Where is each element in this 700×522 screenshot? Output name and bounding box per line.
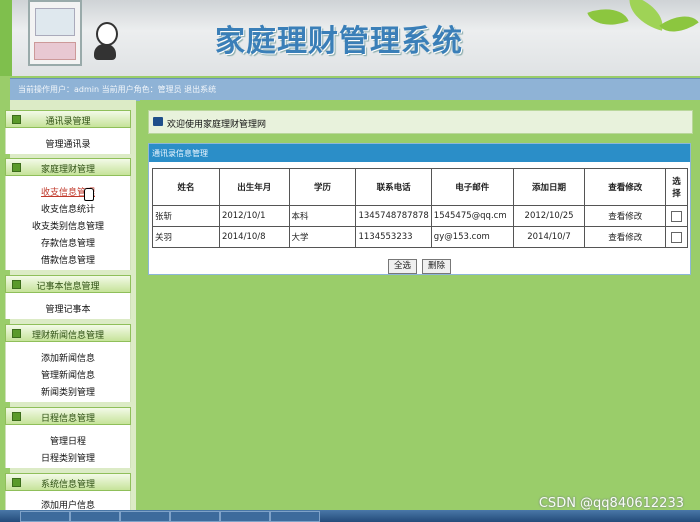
sidebar-group-notes[interactable]: 记事本信息管理: [5, 275, 131, 293]
col-header-email: 电子邮件: [430, 168, 514, 206]
contacts-table: 姓名 出生年月 学历 联系电话 电子邮件 添加日期 查看修改 选择 张斩 201…: [152, 168, 688, 248]
col-header-edu: 学历: [288, 168, 357, 206]
cell-birth: 2014/10/8: [218, 226, 290, 248]
sidebar-group-body: 管理通讯录: [5, 128, 131, 154]
sidebar-item-manage-news[interactable]: 管理新闻信息: [6, 368, 130, 381]
action-buttons: 全选 删除: [149, 259, 690, 274]
welcome-text: 欢迎使用家庭理财管理网: [167, 120, 267, 130]
sidebar-group-body: 收支信息管理 收支信息统计 收支类别信息管理 存款信息管理 借款信息管理: [5, 176, 131, 270]
sidebar-item-deposit[interactable]: 存款信息管理: [6, 236, 130, 249]
col-header-action: 查看修改: [584, 168, 667, 206]
sidebar-item-income-stats[interactable]: 收支信息统计: [6, 202, 130, 215]
banner-edge: [0, 0, 12, 76]
sidebar-group-finance[interactable]: 家庭理财管理: [5, 158, 131, 176]
sidebar-item-loan[interactable]: 借款信息管理: [6, 253, 130, 266]
cell-name: 张斩: [152, 205, 220, 227]
col-header-name: 姓名: [152, 168, 220, 206]
taskbar-app[interactable]: [220, 511, 270, 522]
cell-birth: 2012/10/1: [218, 205, 290, 227]
welcome-bar: 欢迎使用家庭理财管理网: [148, 110, 693, 134]
user-status-text: 当前操作用户：admin 当前用户角色：管理员 退出系统: [18, 85, 217, 94]
os-taskbar: [0, 510, 700, 522]
col-header-date: 添加日期: [512, 168, 586, 206]
delete-button[interactable]: 删除: [421, 259, 451, 274]
table-header-row: 姓名 出生年月 学历 联系电话 电子邮件 添加日期 查看修改 选择: [152, 168, 688, 206]
user-status-bar: 当前操作用户：admin 当前用户角色：管理员 退出系统: [10, 78, 700, 101]
sidebar-group-body: 添加用户信息: [5, 491, 131, 511]
view-edit-link[interactable]: 查看修改: [584, 226, 667, 248]
cell-phone: 1345748787878: [355, 205, 432, 227]
hand-cursor-icon: [84, 188, 94, 201]
sidebar-group-body: 管理日程 日程类别管理: [5, 425, 131, 468]
cell-email: 1545475@qq.cm: [430, 205, 514, 227]
figure-illustration: [92, 22, 118, 62]
taskbar-app[interactable]: [20, 511, 70, 522]
cell-date: 2014/10/7: [512, 226, 586, 248]
col-header-phone: 联系电话: [355, 168, 432, 206]
sidebar-item-schedule-category[interactable]: 日程类别管理: [6, 451, 130, 464]
leaf-decoration: [580, 0, 700, 48]
book-icon: [153, 117, 163, 126]
col-header-select: 选择: [665, 168, 688, 206]
sidebar-group-system[interactable]: 系统信息管理: [5, 473, 131, 491]
sidebar-group-schedule[interactable]: 日程信息管理: [5, 407, 131, 425]
row-checkbox[interactable]: [671, 210, 683, 222]
cell-date: 2012/10/25: [512, 205, 586, 227]
view-edit-link[interactable]: 查看修改: [584, 205, 667, 227]
cell-edu: 大学: [288, 226, 357, 248]
panel-title: 通讯录信息管理: [152, 149, 208, 158]
sidebar-item-add-news[interactable]: 添加新闻信息: [6, 351, 130, 364]
taskbar-app[interactable]: [170, 511, 220, 522]
contacts-panel: 通讯录信息管理 姓名 出生年月 学历 联系电话 电子邮件 添加日期 查看修改 选…: [148, 143, 691, 275]
taskbar-app[interactable]: [270, 511, 320, 522]
sidebar-group-news[interactable]: 理财新闻信息管理: [5, 324, 131, 342]
col-header-birth: 出生年月: [218, 168, 290, 206]
header-banner: 家庭理财管理系统: [0, 0, 700, 76]
cell-phone: 1134553233: [355, 226, 432, 248]
panel-header: 通讯录信息管理: [149, 144, 690, 162]
taskbar-app[interactable]: [70, 511, 120, 522]
table-row: 张斩 2012/10/1 本科 1345748787878 1545475@qq…: [152, 205, 688, 227]
cell-name: 关羽: [152, 226, 220, 248]
sidebar-item-news-category[interactable]: 新闻类别管理: [6, 385, 130, 398]
sidebar-item-manage-notes[interactable]: 管理记事本: [6, 302, 130, 315]
taskbar-app[interactable]: [120, 511, 170, 522]
sidebar-group-contacts[interactable]: 通讯录管理: [5, 110, 131, 128]
window-illustration: [28, 0, 82, 66]
row-checkbox[interactable]: [671, 231, 683, 243]
select-cell: [665, 205, 688, 227]
sidebar-item-manage-schedule[interactable]: 管理日程: [6, 434, 130, 447]
select-all-button[interactable]: 全选: [388, 259, 418, 274]
sidebar-group-body: 管理记事本: [5, 293, 131, 319]
system-title: 家庭理财管理系统: [215, 24, 463, 59]
sidebar-item-manage-contacts[interactable]: 管理通讯录: [6, 137, 130, 150]
select-cell: [665, 226, 688, 248]
sidebar-group-body: 添加新闻信息 管理新闻信息 新闻类别管理: [5, 342, 131, 402]
cell-edu: 本科: [288, 205, 357, 227]
sidebar-item-income-expense[interactable]: 收支信息管理: [6, 185, 130, 198]
watermark: CSDN @qq840612233: [538, 496, 684, 511]
main-content: 欢迎使用家庭理财管理网 通讯录信息管理 姓名 出生年月 学历 联系电话 电子邮件…: [140, 100, 700, 510]
cell-email: gy@153.com: [430, 226, 514, 248]
table-row: 关羽 2014/10/8 大学 1134553233 gy@153.com 20…: [152, 226, 688, 248]
sidebar-item-category[interactable]: 收支类别信息管理: [6, 219, 130, 232]
